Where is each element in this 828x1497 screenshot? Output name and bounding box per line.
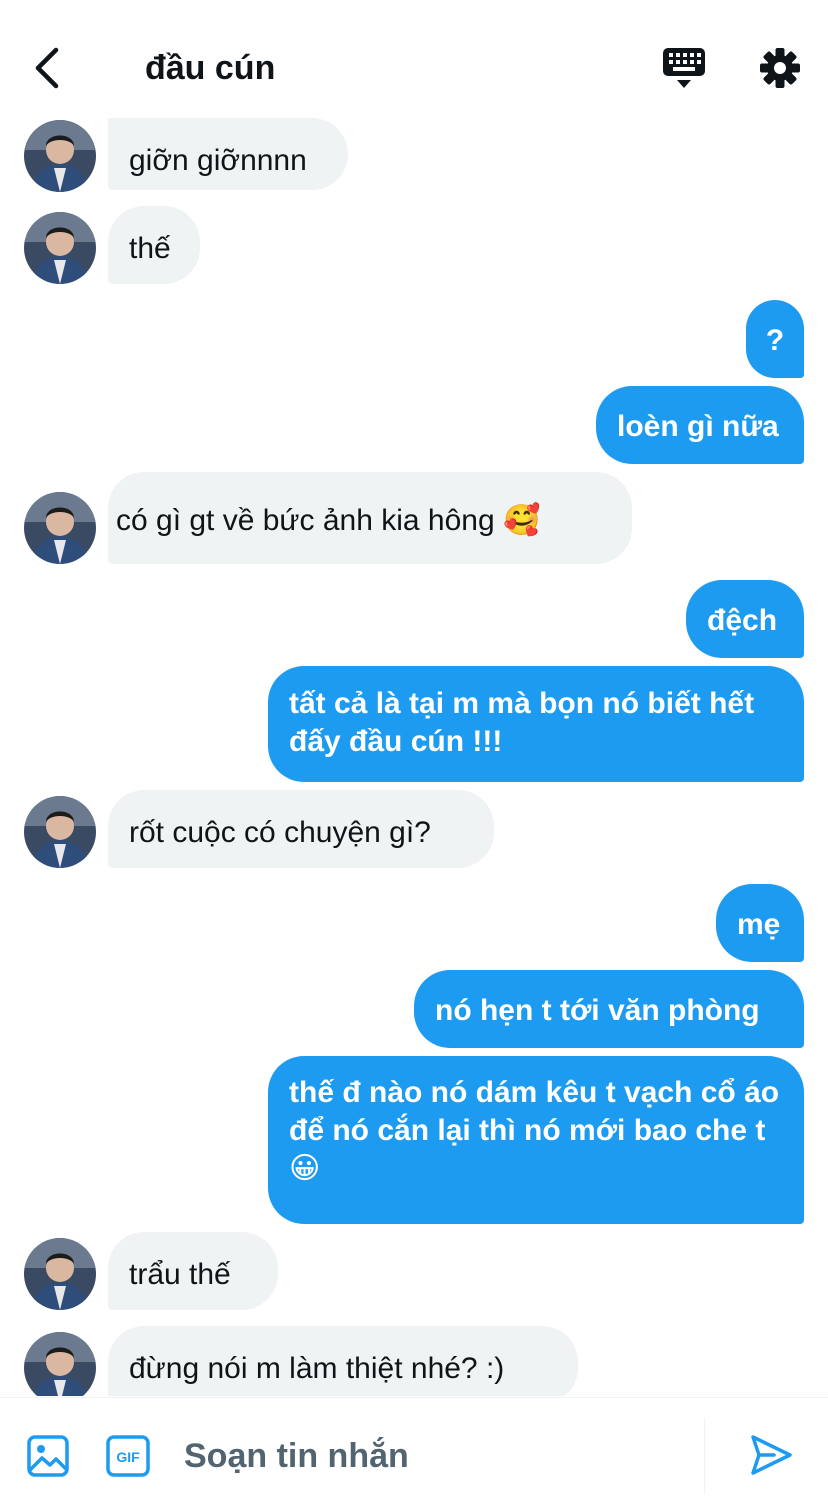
- person-avatar-icon: [24, 120, 96, 192]
- avatar[interactable]: [24, 492, 96, 564]
- avatar[interactable]: [24, 1332, 96, 1396]
- message-bubble-incoming[interactable]: rốt cuộc có chuyện gì?: [108, 790, 494, 868]
- message-input[interactable]: [184, 1432, 684, 1480]
- chevron-left-icon: [35, 47, 59, 89]
- person-avatar-icon: [24, 796, 96, 868]
- keyboard-button[interactable]: [660, 42, 708, 94]
- gif-icon: GIF: [106, 1435, 150, 1477]
- send-icon: [751, 1435, 792, 1475]
- gear-icon: [760, 48, 800, 88]
- add-image-button[interactable]: [26, 1434, 70, 1478]
- add-gif-button[interactable]: GIF: [106, 1435, 150, 1477]
- message-bubble-incoming[interactable]: thế: [108, 206, 200, 284]
- composer-divider: [704, 1418, 705, 1494]
- message-bubble-incoming[interactable]: đừng nói m làm thiệt nhé? :): [108, 1326, 578, 1396]
- conversation-header: đầu cún: [0, 0, 828, 118]
- avatar[interactable]: [24, 212, 96, 284]
- message-bubble-incoming[interactable]: có gì gt về bức ảnh kia hông 🥰: [108, 472, 632, 564]
- message-bubble-outgoing[interactable]: đệch: [686, 580, 804, 658]
- message-bubble-outgoing[interactable]: loèn gì nữa: [596, 386, 804, 464]
- person-avatar-icon: [24, 212, 96, 284]
- message-composer: GIF: [0, 1397, 828, 1497]
- send-button[interactable]: [748, 1432, 794, 1478]
- message-bubble-outgoing[interactable]: nó hẹn t tới văn phòng: [414, 970, 804, 1048]
- message-bubble-outgoing[interactable]: mẹ: [716, 884, 804, 962]
- person-avatar-icon: [24, 1238, 96, 1310]
- conversation-title: đầu cún: [145, 49, 276, 87]
- message-bubble-outgoing[interactable]: tất cả là tại m mà bọn nó biết hết đấy đ…: [268, 666, 804, 782]
- message-bubble-incoming[interactable]: trẩu thế: [108, 1232, 278, 1310]
- person-avatar-icon: [24, 1332, 96, 1396]
- message-bubble-outgoing[interactable]: ?: [746, 300, 804, 378]
- settings-button[interactable]: [756, 42, 804, 94]
- image-icon: [27, 1435, 69, 1477]
- message-bubble-incoming[interactable]: giỡn giỡnnnn: [108, 118, 348, 190]
- keyboard-icon: [663, 48, 705, 88]
- avatar[interactable]: [24, 1238, 96, 1310]
- message-list[interactable]: giỡn giỡnnnn thế ? loèn gì nữa có gì gt …: [0, 118, 828, 1396]
- avatar[interactable]: [24, 796, 96, 868]
- message-bubble-outgoing[interactable]: thế đ nào nó dám kêu t vạch cổ áo để nó …: [268, 1056, 804, 1224]
- gif-label: GIF: [116, 1449, 140, 1465]
- avatar[interactable]: [24, 120, 96, 192]
- back-button[interactable]: [24, 44, 68, 92]
- person-avatar-icon: [24, 492, 96, 564]
